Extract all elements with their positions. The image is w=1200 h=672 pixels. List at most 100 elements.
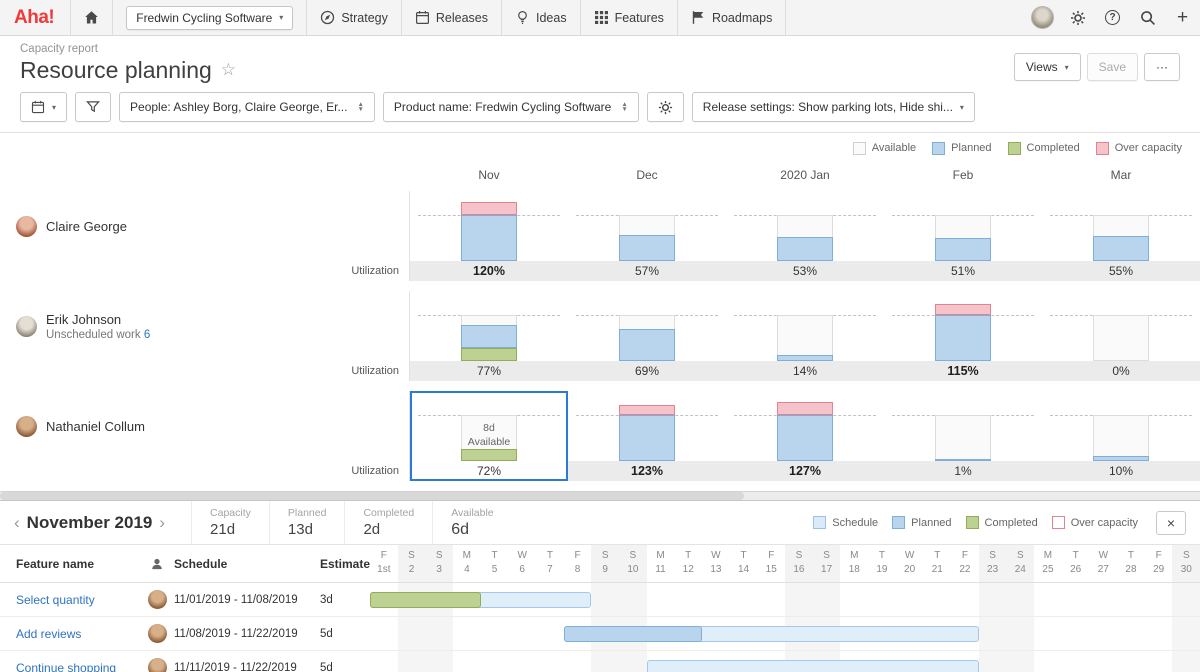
day-header: T 19 — [868, 545, 896, 582]
people-filter[interactable]: People: Ashley Borg, Claire George, Er..… — [119, 92, 375, 122]
person-name: Nathaniel Collum — [46, 418, 145, 434]
user-menu[interactable] — [1025, 0, 1060, 35]
unscheduled-work-count-link[interactable]: 6 — [144, 329, 150, 341]
day-date: 30 — [1180, 564, 1192, 575]
capacity-cell[interactable] — [1042, 191, 1200, 261]
capacity-cell[interactable] — [568, 391, 726, 461]
capacity-cell[interactable]: 8d Available — [410, 391, 568, 461]
day-header: T 28 — [1117, 545, 1145, 582]
utilization-value: 127% — [789, 464, 821, 478]
nav-item-roadmaps[interactable]: Roadmaps — [676, 0, 787, 35]
day-of-week: T — [1072, 550, 1079, 561]
day-date: 12 — [682, 564, 694, 575]
product-selector-button[interactable]: Fredwin Cycling Software ▾ — [126, 5, 294, 30]
legend-item: Completed — [1007, 141, 1080, 155]
help-button[interactable]: ? — [1095, 0, 1130, 35]
save-button[interactable]: Save — [1086, 53, 1138, 81]
capacity-cell[interactable] — [410, 191, 568, 261]
nav-item-strategy[interactable]: Strategy — [306, 0, 401, 35]
close-panel-button[interactable]: × — [1156, 510, 1186, 535]
nav-home[interactable] — [70, 0, 112, 35]
feature-row: Add reviews 11/08/2019 - 11/22/2019 5d — [0, 617, 1200, 651]
search-button[interactable] — [1130, 0, 1165, 35]
detail-table-body: Select quantity 11/01/2019 - 11/08/2019 3d… — [0, 583, 1200, 672]
nav-item-releases[interactable]: Releases — [400, 0, 501, 35]
gantt-cell — [370, 651, 1200, 672]
stat-label: Available — [451, 507, 494, 519]
month-label: Mar — [1110, 168, 1132, 182]
more-options-button[interactable]: ··· — [1144, 53, 1180, 81]
day-header: M4 — [453, 545, 481, 582]
owner-cell — [140, 617, 174, 650]
gear-icon — [1070, 10, 1085, 25]
capacity-cell[interactable] — [1042, 391, 1200, 461]
capacity-cell[interactable] — [884, 191, 1042, 261]
roadmap-flag-icon — [692, 11, 704, 24]
nav-item-label: Releases — [435, 10, 488, 25]
nav-item-label: Features — [614, 10, 664, 25]
release-settings-filter[interactable]: Release settings: Show parking lots, Hid… — [691, 92, 975, 122]
capacity-cell[interactable] — [884, 291, 1042, 361]
capacity-cell[interactable] — [726, 191, 884, 261]
product-selector-label: Fredwin Cycling Software — [136, 10, 273, 25]
day-date: 28 — [1125, 564, 1137, 575]
detail-month-title: November 2019 — [26, 512, 153, 532]
next-month-button[interactable]: › — [153, 513, 171, 533]
day-date: 22 — [959, 564, 971, 575]
gantt-bar-planned[interactable] — [563, 626, 702, 642]
day-date: 8 — [574, 564, 581, 575]
utilization-value: 51% — [950, 264, 976, 278]
legend-item: Over capacity — [1095, 141, 1182, 155]
nav-item-ideas[interactable]: Ideas — [501, 0, 580, 35]
date-range-button[interactable]: ▾ — [20, 92, 68, 122]
stat-label: Completed — [363, 507, 415, 519]
capacity-cell[interactable] — [1042, 291, 1200, 361]
settings-button[interactable] — [1060, 0, 1095, 35]
day-header: M 11 — [647, 545, 675, 582]
add-button[interactable]: + — [1165, 0, 1200, 35]
gantt-bar-completed[interactable] — [370, 592, 481, 608]
horizontal-scrollbar[interactable] — [0, 491, 1200, 501]
nav-product-selector[interactable]: Fredwin Cycling Software ▾ — [112, 0, 306, 35]
legend-item: Planned — [892, 516, 952, 529]
feature-link[interactable]: Add reviews — [16, 627, 81, 641]
person-name: Erik Johnson — [46, 311, 122, 327]
day-date: 27 — [1097, 564, 1109, 575]
gantt-bar-schedule[interactable] — [646, 660, 979, 672]
day-of-week: W — [711, 550, 721, 561]
estimate-cell: 3d — [320, 593, 333, 606]
feature-link[interactable]: Continue shopping — [16, 661, 116, 672]
cell-available-label: 8d Available — [467, 422, 511, 448]
utilization-value: 69% — [634, 364, 660, 378]
utilization-value: 53% — [792, 264, 818, 278]
views-button[interactable]: Views ▾ — [1013, 53, 1081, 81]
column-owner — [140, 545, 174, 582]
over-capacity-bar — [777, 402, 833, 415]
report-settings-button[interactable] — [646, 92, 684, 122]
day-of-week: S — [435, 550, 443, 561]
prev-month-button[interactable]: ‹ — [8, 513, 26, 533]
feature-link[interactable]: Select quantity — [16, 593, 95, 607]
nav-item-features[interactable]: Features — [579, 0, 677, 35]
capacity-cell[interactable] — [884, 391, 1042, 461]
views-button-label: Views — [1025, 60, 1058, 74]
capacity-cell[interactable] — [568, 191, 726, 261]
product-filter[interactable]: Product name: Fredwin Cycling Software ▲… — [382, 92, 639, 122]
legend-swatch — [1095, 141, 1109, 155]
weekend-stripe — [785, 583, 813, 616]
utilization-label: Utilization — [0, 361, 410, 381]
day-header: S 30 — [1172, 545, 1200, 582]
filter-button[interactable] — [75, 92, 112, 122]
gantt-cell — [370, 617, 1200, 650]
column-estimate: Estimate — [320, 556, 371, 571]
capacity-cell[interactable] — [568, 291, 726, 361]
person-name-wrap: Claire George — [46, 219, 127, 234]
capacity-cell[interactable] — [726, 291, 884, 361]
planned-bar — [777, 237, 833, 261]
capacity-cell[interactable] — [726, 391, 884, 461]
scrollbar-thumb[interactable] — [0, 492, 744, 500]
select-caret-icon: ▲ ▼ — [357, 101, 364, 113]
favorite-star-icon[interactable]: ☆ — [221, 60, 236, 80]
day-of-week: F — [768, 550, 775, 561]
capacity-cell[interactable] — [410, 291, 568, 361]
